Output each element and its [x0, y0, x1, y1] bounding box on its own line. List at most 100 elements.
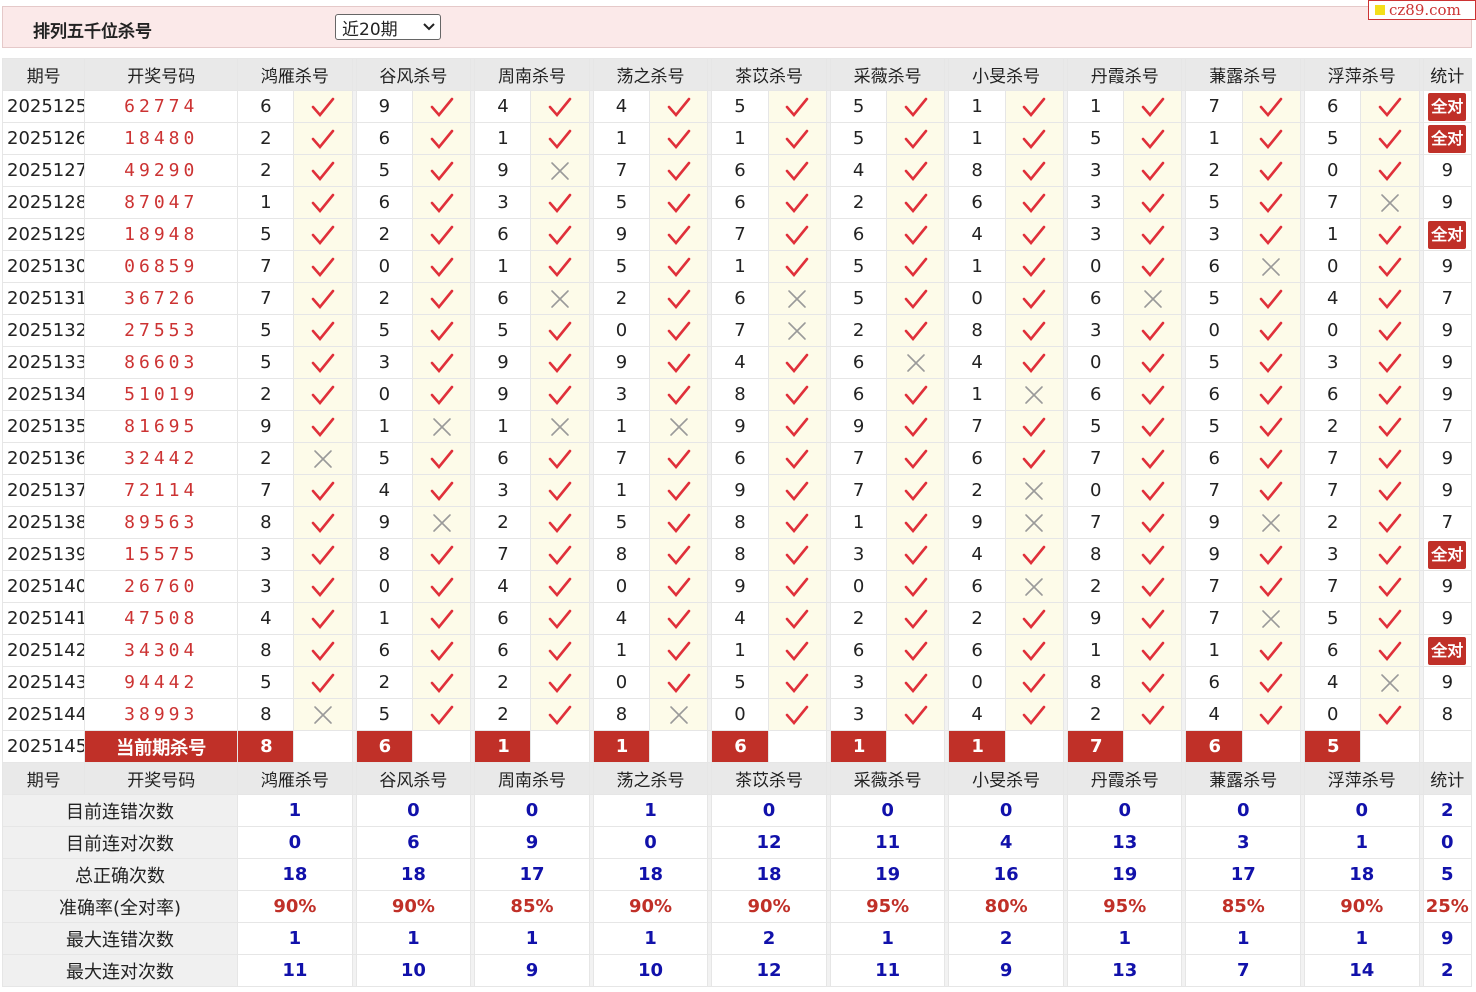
checkmark-icon [1125, 448, 1181, 470]
checkmark-icon [888, 288, 944, 310]
result-mark [1360, 378, 1420, 411]
result-mark [293, 538, 353, 571]
result-mark [1241, 410, 1302, 443]
all-correct-badge: 全对 [1428, 220, 1467, 249]
result-mark [767, 538, 827, 571]
checkmark-icon [1362, 608, 1418, 630]
kill-number: 1 [1185, 122, 1243, 155]
kill-number: 7 [1185, 570, 1243, 603]
checkmark-icon [1006, 256, 1062, 278]
cross-icon [532, 416, 588, 438]
result-mark [886, 442, 946, 475]
cross-icon [1006, 384, 1062, 406]
draw-number: 18948 [84, 218, 239, 251]
checkmark-icon [651, 224, 707, 246]
current-kill-blank [1123, 730, 1183, 763]
kill-number: 0 [711, 698, 769, 731]
column-header-expert: 浮萍杀号 [1304, 762, 1420, 795]
kill-number: 6 [948, 442, 1006, 475]
kill-number: 8 [711, 506, 769, 539]
result-mark [886, 570, 946, 603]
checkmark-icon [532, 544, 588, 566]
period-select[interactable]: 近20期 [335, 14, 441, 40]
result-mark [1004, 186, 1064, 219]
stats-value: 1 [1304, 922, 1420, 955]
checkmark-icon [769, 224, 825, 246]
kill-number: 6 [1185, 250, 1243, 283]
kill-number: 1 [948, 378, 1006, 411]
result-mark [1360, 90, 1420, 123]
checkmark-icon [1125, 704, 1181, 726]
kill-number: 9 [355, 506, 413, 539]
cross-icon [1006, 512, 1062, 534]
result-mark [411, 602, 472, 635]
checkmark-icon [413, 384, 469, 406]
stat-cell: 全对 [1422, 122, 1473, 155]
column-header-expert: 谷风杀号 [355, 762, 472, 795]
checkmark-icon [1362, 704, 1418, 726]
result-mark [530, 250, 590, 283]
kill-number: 6 [474, 634, 532, 667]
table-row: 2025133 86603 5 3 9 9 4 6 4 0 5 3 9 [1, 346, 1473, 379]
result-mark [293, 442, 353, 475]
kill-number: 2 [474, 666, 532, 699]
checkmark-icon [295, 384, 351, 406]
site-watermark[interactable]: cz89.com [1368, 0, 1476, 20]
column-header-expert: 蒹露杀号 [1185, 762, 1302, 795]
draw-number: 15575 [84, 538, 239, 571]
kill-number: 4 [829, 154, 888, 187]
header-row-2: 期号 开奖号码 鸿雁杀号 谷风杀号 周南杀号 荡之杀号 茶苡杀号 采薇杀号 小旻杀号 丹霞杀号 蒹露… [1, 762, 1473, 795]
result-mark [293, 410, 353, 443]
result-mark [1360, 634, 1420, 667]
checkmark-icon [651, 384, 707, 406]
result-mark [411, 346, 472, 379]
kill-number: 6 [1304, 90, 1362, 123]
kill-number: 2 [237, 122, 295, 155]
checkmark-icon [1006, 608, 1062, 630]
issue-number: 2025128 [1, 186, 86, 219]
result-mark [767, 474, 827, 507]
kill-number: 3 [1066, 186, 1125, 219]
kill-number: 0 [1304, 314, 1362, 347]
kill-number: 6 [474, 602, 532, 635]
checkmark-icon [888, 480, 944, 502]
current-stat-blank [1422, 730, 1473, 763]
kill-number: 1 [1066, 634, 1125, 667]
checkmark-icon [1243, 288, 1299, 310]
stat-cell: 9 [1422, 186, 1473, 219]
checkmark-icon [769, 608, 825, 630]
cross-icon [1362, 672, 1418, 694]
kill-number: 6 [711, 282, 769, 315]
checkmark-icon [1243, 480, 1299, 502]
kill-number: 5 [1185, 346, 1243, 379]
stats-value: 1 [474, 922, 590, 955]
checkmark-icon [532, 384, 588, 406]
kill-number: 2 [237, 442, 295, 475]
kill-number: 6 [237, 90, 295, 123]
current-kill-blank [411, 730, 472, 763]
checkmark-icon [1362, 256, 1418, 278]
issue-number: 2025143 [1, 666, 86, 699]
result-mark [411, 186, 472, 219]
checkmark-icon [651, 448, 707, 470]
result-mark [1123, 570, 1183, 603]
kill-number: 1 [829, 506, 888, 539]
result-mark [1241, 218, 1302, 251]
kill-number: 7 [237, 250, 295, 283]
column-header-expert: 采薇杀号 [829, 58, 946, 91]
stat-cell: 7 [1422, 506, 1473, 539]
column-header-issue: 期号 [1, 58, 86, 91]
checkmark-icon [532, 576, 588, 598]
result-mark [1360, 666, 1420, 699]
result-mark [1241, 602, 1302, 635]
result-mark [1004, 122, 1064, 155]
checkmark-icon [1243, 704, 1299, 726]
result-mark [1123, 90, 1183, 123]
kill-number: 9 [592, 346, 651, 379]
stats-value: 17 [474, 858, 590, 891]
stats-value: 2 [711, 922, 827, 955]
checkmark-icon [651, 672, 707, 694]
checkmark-icon [413, 544, 469, 566]
checkmark-icon [651, 256, 707, 278]
kill-number: 5 [1185, 410, 1243, 443]
